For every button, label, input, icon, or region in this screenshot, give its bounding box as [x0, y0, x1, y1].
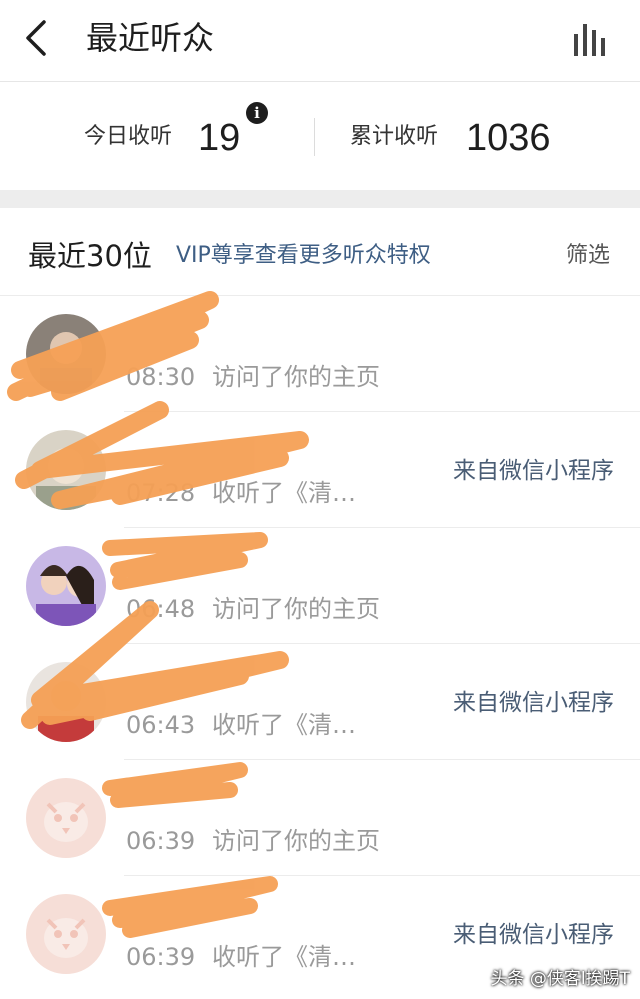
- listener-row[interactable]: 07:28 收听了《清… 来自微信小程序: [0, 412, 640, 528]
- default-avatar-icon: [26, 894, 106, 974]
- statistics-button[interactable]: [568, 20, 616, 60]
- avatar: [26, 662, 106, 742]
- info-icon[interactable]: i: [246, 102, 268, 124]
- default-avatar-icon: [26, 778, 106, 858]
- avatar: [26, 430, 106, 510]
- listen-action: 收听了《清…: [212, 711, 356, 739]
- listen-action: 访问了你的主页: [212, 363, 380, 391]
- watermark-text: 头条 @侠客l挨踢T: [490, 969, 630, 989]
- listener-row[interactable]: 08:30 访问了你的主页: [0, 296, 640, 412]
- listen-time: 08:30: [126, 363, 196, 391]
- listen-time: 06:43: [126, 711, 196, 739]
- listen-source: 来自微信小程序: [453, 690, 614, 716]
- listener-row[interactable]: 06:39 访问了你的主页: [0, 760, 640, 876]
- listen-source: 来自微信小程序: [453, 922, 614, 948]
- avatar: [26, 314, 106, 394]
- page-title: 最近听众: [86, 19, 215, 57]
- section-title: 最近30位: [28, 239, 152, 273]
- listen-time: 07:28: [126, 479, 196, 507]
- listener-row[interactable]: 06:48 访问了你的主页: [0, 528, 640, 644]
- listen-action: 访问了你的主页: [212, 595, 380, 623]
- listen-time: 06:39: [126, 827, 196, 855]
- total-listens-label: 累计收听: [350, 124, 439, 149]
- listen-action: 访问了你的主页: [212, 827, 380, 855]
- today-listens-label: 今日收听: [84, 124, 173, 149]
- section-divider: [0, 190, 640, 208]
- listen-source: 来自微信小程序: [453, 458, 614, 484]
- avatar: [26, 546, 106, 626]
- listener-row[interactable]: 06:43 收听了《清… 来自微信小程序: [0, 644, 640, 760]
- bar-chart-icon: [574, 24, 605, 56]
- stats-divider: [314, 118, 315, 156]
- listen-time: 06:48: [126, 595, 196, 623]
- listen-action: 收听了《清…: [212, 479, 356, 507]
- back-button[interactable]: [18, 14, 58, 62]
- vip-privilege-link[interactable]: VIP尊享查看更多听众特权: [176, 241, 431, 271]
- chevron-left-icon: [26, 20, 46, 56]
- filter-button[interactable]: 筛选: [566, 241, 610, 271]
- listen-time: 06:39: [126, 943, 196, 971]
- total-listens-value: 1036: [466, 117, 551, 159]
- header-bar: 最近听众: [0, 0, 640, 82]
- today-listens-value: 19: [198, 117, 241, 159]
- recent-listeners-header: 最近30位 VIP尊享查看更多听众特权 筛选: [0, 208, 640, 296]
- listen-action: 收听了《清…: [212, 943, 356, 971]
